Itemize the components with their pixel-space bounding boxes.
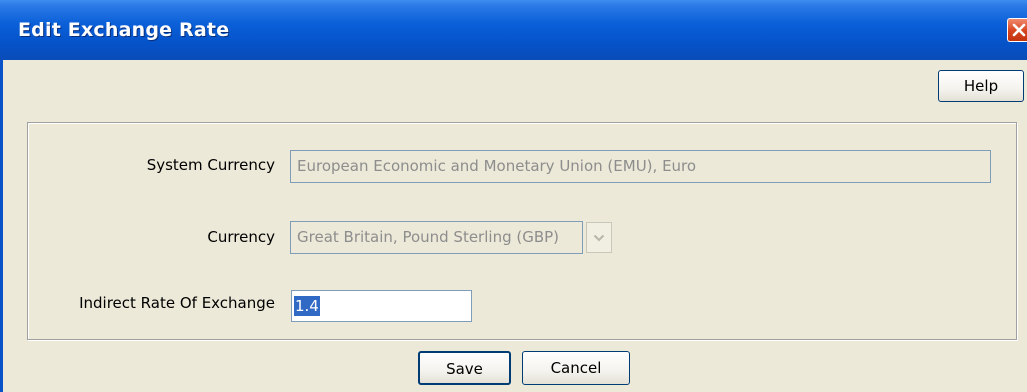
indirect-rate-value: 1.4 xyxy=(294,296,320,316)
window-frame xyxy=(0,60,3,392)
title-bar: Edit Exchange Rate xyxy=(0,0,1027,60)
indirect-rate-label: Indirect Rate Of Exchange xyxy=(79,294,275,312)
save-button[interactable]: Save xyxy=(418,351,511,385)
close-button[interactable] xyxy=(1007,18,1027,42)
close-icon xyxy=(1012,23,1026,37)
indirect-rate-input[interactable]: 1.4 xyxy=(291,290,472,322)
currency-label: Currency xyxy=(207,228,275,246)
system-currency-label: System Currency xyxy=(146,156,275,174)
currency-select: Great Britain, Pound Sterling (GBP) xyxy=(290,221,583,254)
window-title: Edit Exchange Rate xyxy=(18,19,230,41)
system-currency-field: European Economic and Monetary Union (EM… xyxy=(290,150,991,183)
help-button[interactable]: Help xyxy=(938,70,1024,102)
currency-dropdown-button xyxy=(586,222,612,253)
cancel-button[interactable]: Cancel xyxy=(522,351,630,385)
chevron-down-icon xyxy=(593,234,605,242)
